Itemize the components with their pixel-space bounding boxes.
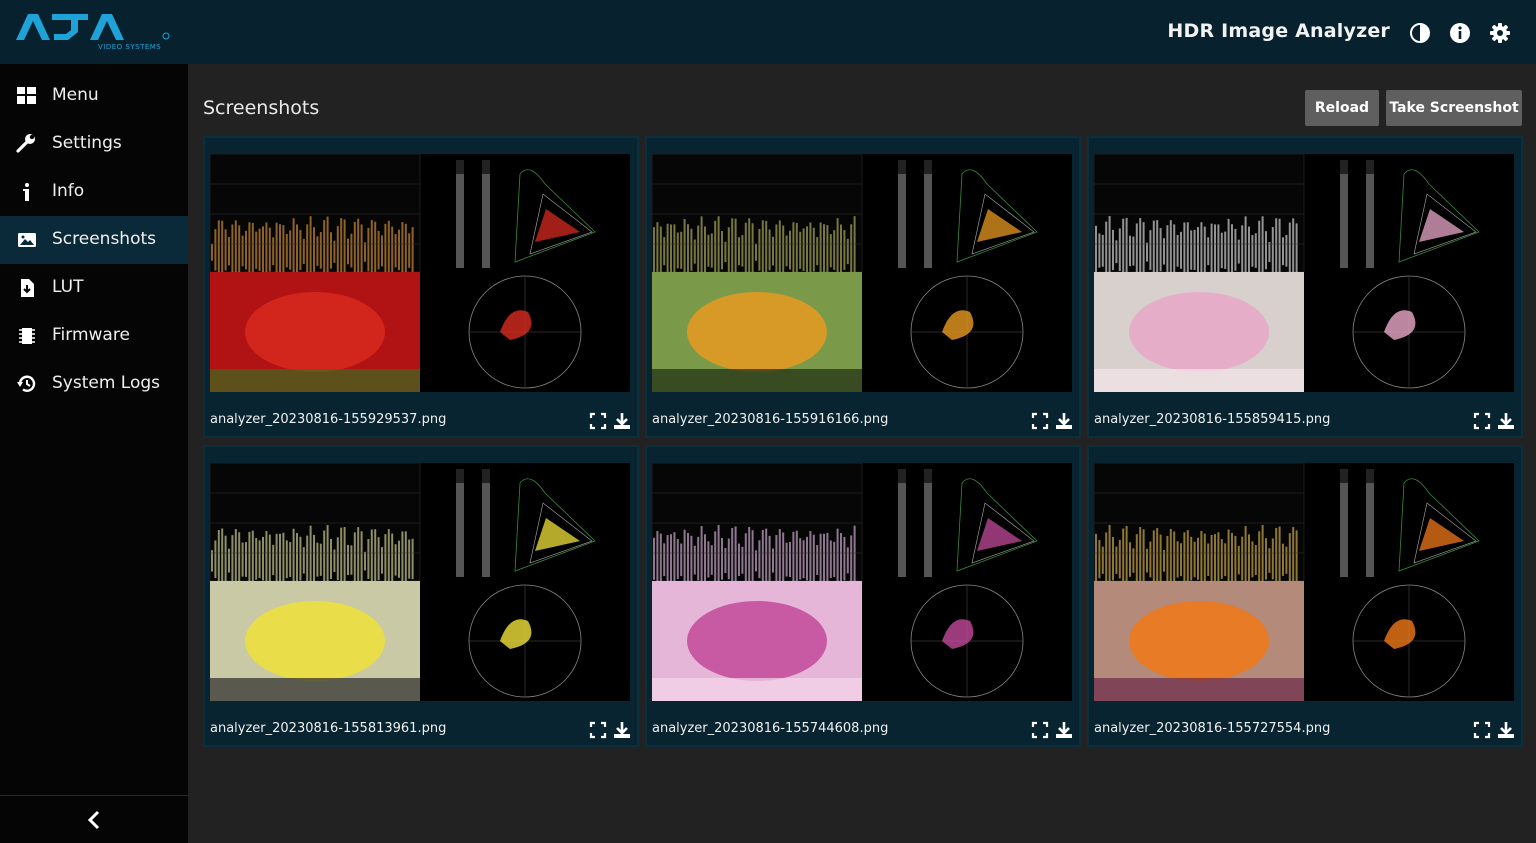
download-icon[interactable] bbox=[1497, 721, 1515, 739]
file-icon bbox=[16, 278, 38, 298]
sidebar-item-info[interactable]: Info bbox=[0, 168, 188, 216]
sidebar-item-system-logs[interactable]: System Logs bbox=[0, 360, 188, 408]
download-icon[interactable] bbox=[1055, 412, 1073, 430]
screenshot-thumbnail[interactable] bbox=[1094, 154, 1514, 392]
main-content: Screenshots Reload Take Screenshot analy… bbox=[188, 64, 1536, 843]
aja-logo[interactable]: VIDEO SYSTEMS bbox=[16, 10, 176, 54]
sidebar-item-screenshots[interactable]: Screenshots bbox=[0, 216, 188, 264]
sidebar-item-settings[interactable]: Settings bbox=[0, 120, 188, 168]
chip-icon bbox=[16, 326, 38, 346]
screenshot-thumbnail[interactable] bbox=[210, 463, 630, 701]
reload-button[interactable]: Reload bbox=[1305, 90, 1379, 126]
download-icon[interactable] bbox=[1497, 412, 1515, 430]
fullscreen-icon[interactable] bbox=[1031, 721, 1049, 739]
download-icon[interactable] bbox=[613, 412, 631, 430]
download-icon[interactable] bbox=[613, 721, 631, 739]
sidebar-collapse-button[interactable] bbox=[0, 795, 188, 843]
info-icon bbox=[16, 182, 38, 202]
take-screenshot-button[interactable]: Take Screenshot bbox=[1386, 90, 1522, 126]
gear-icon[interactable] bbox=[1489, 22, 1511, 44]
screenshot-filename: analyzer_20230816-155859415.png bbox=[1094, 412, 1331, 427]
screenshot-filename: analyzer_20230816-155813961.png bbox=[210, 721, 447, 736]
sidebar-item-menu[interactable]: Menu bbox=[0, 72, 188, 120]
screenshot-filename: analyzer_20230816-155916166.png bbox=[652, 412, 889, 427]
sidebar-item-label: Settings bbox=[52, 133, 122, 153]
sidebar-item-firmware[interactable]: Firmware bbox=[0, 312, 188, 360]
contrast-icon[interactable] bbox=[1409, 22, 1431, 44]
app-title: HDR Image Analyzer bbox=[1167, 20, 1390, 42]
page-title: Screenshots bbox=[203, 97, 320, 119]
screenshot-card[interactable]: analyzer_20230816-155929537.png bbox=[203, 136, 639, 438]
screenshot-thumbnail[interactable] bbox=[1094, 463, 1514, 701]
fullscreen-icon[interactable] bbox=[1031, 412, 1049, 430]
fullscreen-icon[interactable] bbox=[589, 412, 607, 430]
fullscreen-icon[interactable] bbox=[1473, 412, 1491, 430]
screenshot-filename: analyzer_20230816-155929537.png bbox=[210, 412, 447, 427]
info-icon[interactable] bbox=[1449, 22, 1471, 44]
sidebar-item-lut[interactable]: LUT bbox=[0, 264, 188, 312]
logo-subtext: VIDEO SYSTEMS bbox=[98, 43, 162, 51]
screenshot-thumbnail[interactable] bbox=[652, 463, 1072, 701]
screenshot-filename: analyzer_20230816-155727554.png bbox=[1094, 721, 1331, 736]
sidebar-item-label: System Logs bbox=[52, 373, 161, 393]
fullscreen-icon[interactable] bbox=[1473, 721, 1491, 739]
fullscreen-icon[interactable] bbox=[589, 721, 607, 739]
screenshot-card[interactable]: analyzer_20230816-155916166.png bbox=[645, 136, 1081, 438]
sidebar-item-label: LUT bbox=[52, 277, 84, 297]
screenshot-thumbnail[interactable] bbox=[210, 154, 630, 392]
screenshot-filename: analyzer_20230816-155744608.png bbox=[652, 721, 889, 736]
wrench-icon bbox=[16, 134, 38, 154]
top-bar: VIDEO SYSTEMS HDR Image Analyzer bbox=[0, 0, 1536, 64]
screenshot-card[interactable]: analyzer_20230816-155744608.png bbox=[645, 445, 1081, 747]
grid-icon bbox=[16, 86, 38, 106]
chevron-left-icon bbox=[87, 810, 100, 830]
download-icon[interactable] bbox=[1055, 721, 1073, 739]
sidebar-item-label: Screenshots bbox=[52, 229, 157, 249]
sidebar-item-label: Menu bbox=[52, 85, 99, 105]
screenshot-thumbnail[interactable] bbox=[652, 154, 1072, 392]
sidebar: Menu Settings Info Screenshots LUT Firmw… bbox=[0, 64, 188, 843]
sidebar-item-label: Firmware bbox=[52, 325, 130, 345]
screenshot-card[interactable]: analyzer_20230816-155859415.png bbox=[1087, 136, 1523, 438]
screenshot-card[interactable]: analyzer_20230816-155727554.png bbox=[1087, 445, 1523, 747]
history-icon bbox=[16, 374, 38, 394]
screenshot-card[interactable]: analyzer_20230816-155813961.png bbox=[203, 445, 639, 747]
sidebar-item-label: Info bbox=[52, 181, 85, 201]
image-icon bbox=[16, 230, 38, 250]
